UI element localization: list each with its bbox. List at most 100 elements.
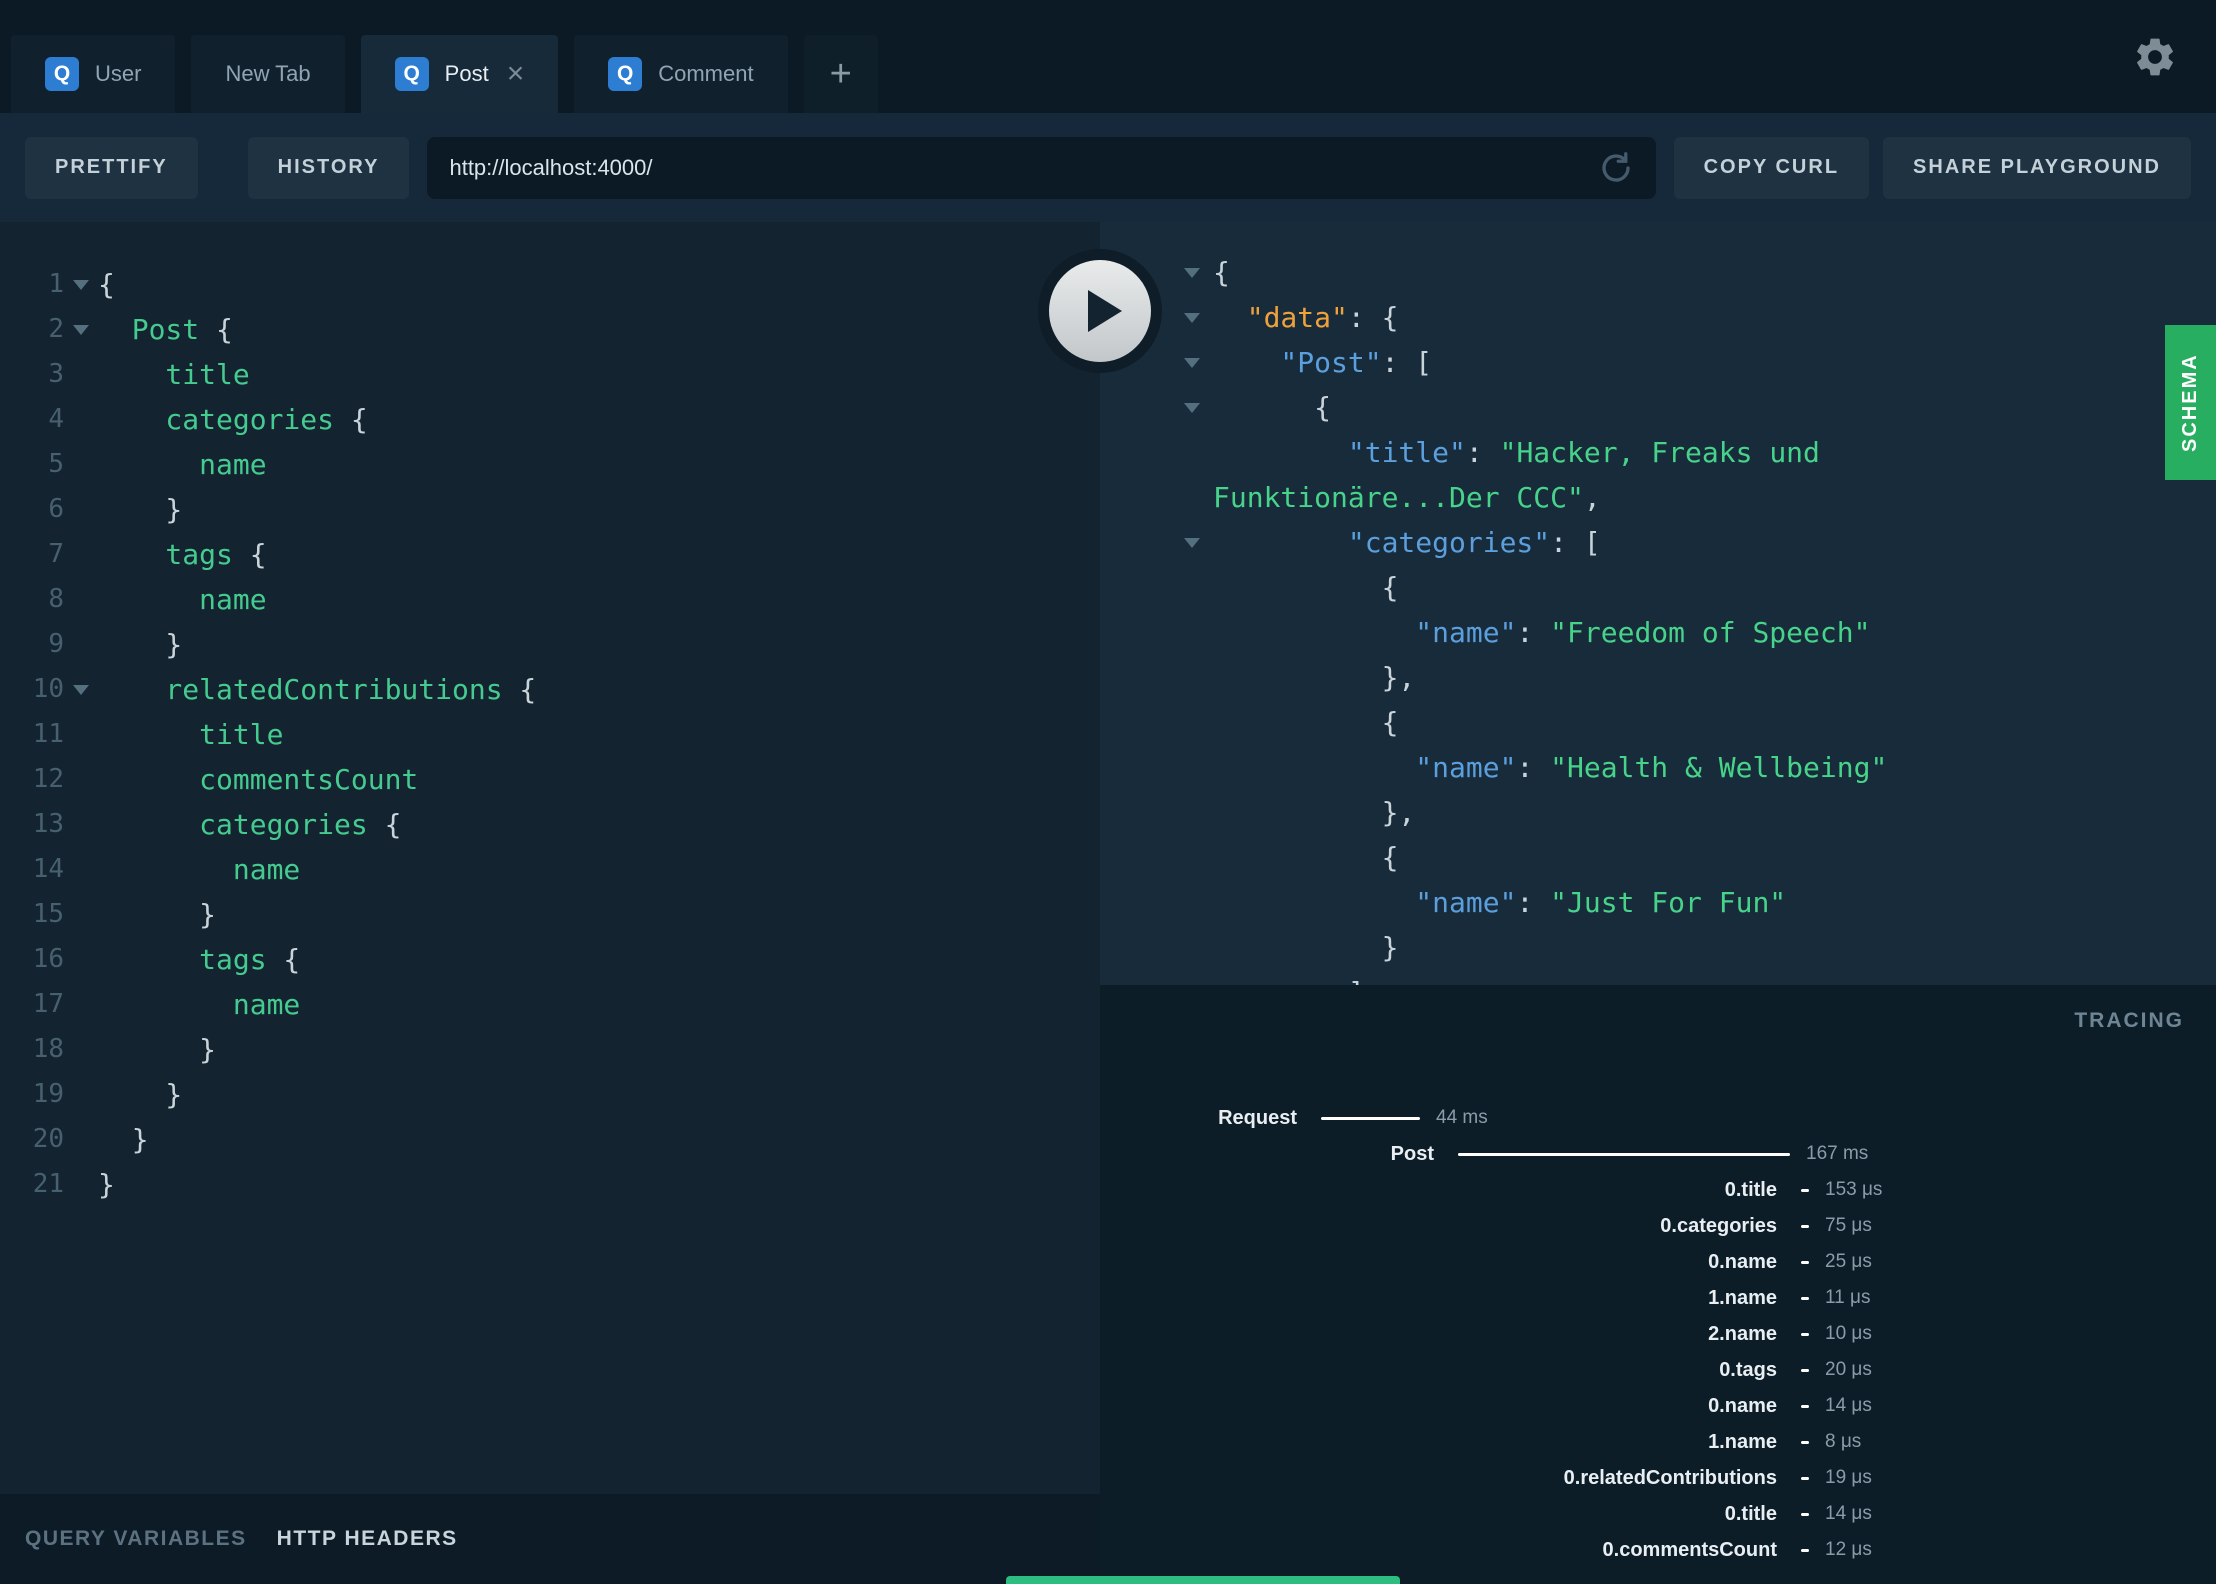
query-badge-icon: Q xyxy=(608,57,643,91)
response-line: { xyxy=(1100,565,2216,610)
query-code: name xyxy=(98,982,300,1027)
schema-side-tab[interactable]: SCHEMA xyxy=(2165,325,2216,480)
collapse-caret-icon[interactable] xyxy=(1184,313,1200,323)
query-line: 2 Post { xyxy=(0,307,1100,352)
query-editor[interactable]: 1{2 Post {3 title 4 categories {5 name 6 }… xyxy=(0,222,1100,1494)
response-line: { xyxy=(1100,250,2216,295)
http-headers-tab[interactable]: HTTP HEADERS xyxy=(277,1527,458,1551)
tab-new-tab[interactable]: New Tab xyxy=(191,35,345,113)
line-number: 4 xyxy=(48,404,64,434)
history-button[interactable]: HISTORY xyxy=(247,136,410,199)
tab-label: New Tab xyxy=(225,61,311,86)
tracing-row: 1.name 8 μs xyxy=(1100,1424,2216,1460)
collapse-caret-icon[interactable] xyxy=(1184,403,1200,413)
tracing-row-label: 0.name xyxy=(1708,1250,1777,1273)
query-badge-icon: Q xyxy=(45,57,79,91)
tracing-toggle-button[interactable] xyxy=(1006,1576,1400,1584)
query-code: } xyxy=(98,622,182,667)
query-code: name xyxy=(98,442,267,487)
tracing-row: 1.name 11 μs xyxy=(1100,1280,2216,1316)
caret-down-icon xyxy=(73,685,89,695)
token: : [ xyxy=(1381,346,1433,379)
token: { xyxy=(232,538,267,571)
tracing-row: 0.title 14 μs xyxy=(1100,1496,2216,1532)
token: { xyxy=(502,673,537,706)
url-input[interactable] xyxy=(449,154,1598,181)
tracing-row-label: 0.title xyxy=(1724,1178,1777,1201)
tracing-duration-bar xyxy=(1801,1332,1809,1336)
execute-query-button[interactable] xyxy=(1038,249,1162,373)
tracing-row-label: 0.relatedContributions xyxy=(1563,1466,1777,1489)
new-tab-button[interactable]: + xyxy=(803,35,878,113)
tracing-row-label: 2.name xyxy=(1708,1322,1777,1345)
query-code: tags { xyxy=(98,937,300,982)
tab-post[interactable]: Q Post × xyxy=(360,35,559,113)
query-line: 12 commentsCount xyxy=(0,757,1100,802)
fold-caret-icon[interactable] xyxy=(64,667,98,712)
query-line: 7 tags { xyxy=(0,532,1100,577)
caret-down-icon xyxy=(73,325,89,335)
tracing-duration-bar xyxy=(1801,1404,1809,1408)
tab-bar: Q User New Tab Q Post × Q Comment + xyxy=(0,0,2216,113)
fold-caret-icon[interactable] xyxy=(64,307,98,352)
tab-comment[interactable]: Q Comment xyxy=(574,35,788,113)
collapse-caret-icon[interactable] xyxy=(1184,538,1200,548)
copy-curl-button[interactable]: COPY CURL xyxy=(1673,136,1870,199)
response-line: "name": "Freedom of Speech" xyxy=(1100,610,2216,655)
token: { xyxy=(199,313,233,346)
token: } xyxy=(98,628,183,661)
token: : xyxy=(1516,751,1551,784)
query-code: } xyxy=(98,892,216,937)
query-code: name xyxy=(98,577,266,622)
token: } xyxy=(98,1123,149,1156)
token: { xyxy=(1213,841,1399,874)
token: name xyxy=(98,448,267,481)
response-line: "title": "Hacker, Freaks und xyxy=(1100,430,2216,475)
response-line: { xyxy=(1100,385,2216,430)
line-number: 13 xyxy=(32,809,64,839)
tab-user[interactable]: Q User xyxy=(11,35,176,113)
tracing-row-time: 10 μs xyxy=(1825,1323,1872,1344)
share-playground-button[interactable]: SHARE PLAYGROUND xyxy=(1883,136,2191,199)
token: { xyxy=(1213,571,1399,604)
tracing-rows: Request 44 ms Post 167 ms 0.title 153 μs 0.cat… xyxy=(1100,1100,2216,1568)
response-line: "name": "Health & Wellbeing" xyxy=(1100,745,2216,790)
tracing-row-time: 8 μs xyxy=(1825,1431,1862,1452)
tracing-duration-bar xyxy=(1458,1152,1790,1156)
tracing-duration-bar xyxy=(1801,1512,1809,1516)
query-line: 8 name xyxy=(0,577,1100,622)
collapse-caret-icon[interactable] xyxy=(1184,358,1200,368)
query-code: } xyxy=(98,1117,149,1162)
reload-schema-icon[interactable] xyxy=(1598,150,1634,186)
token: tags xyxy=(98,943,267,976)
prettify-button[interactable]: PRETTIFY xyxy=(25,136,198,199)
line-number: 11 xyxy=(32,719,64,749)
token: "Post" xyxy=(1213,346,1382,379)
fold-caret-icon[interactable] xyxy=(64,262,98,307)
tracing-row-label: 0.name xyxy=(1708,1394,1777,1417)
line-number: 2 xyxy=(48,314,64,344)
tracing-row-label: 1.name xyxy=(1708,1430,1777,1453)
tracing-row: Request 44 ms xyxy=(1100,1100,2216,1136)
token: "Freedom of Speech" xyxy=(1550,616,1871,649)
tracing-duration-bar xyxy=(1801,1296,1809,1300)
line-number: 5 xyxy=(48,449,64,479)
editor-bottom-bar: QUERY VARIABLES HTTP HEADERS xyxy=(0,1494,1100,1584)
tracing-row-label: 0.tags xyxy=(1719,1358,1777,1381)
query-line: 18 } xyxy=(0,1027,1100,1072)
collapse-caret-icon[interactable] xyxy=(1184,268,1200,278)
tracing-duration-bar xyxy=(1801,1548,1809,1552)
query-line: 17 name xyxy=(0,982,1100,1027)
settings-gear-icon[interactable] xyxy=(2132,34,2178,80)
query-variables-tab[interactable]: QUERY VARIABLES xyxy=(25,1527,247,1551)
token: { xyxy=(1213,706,1399,739)
close-tab-icon[interactable]: × xyxy=(507,59,525,89)
